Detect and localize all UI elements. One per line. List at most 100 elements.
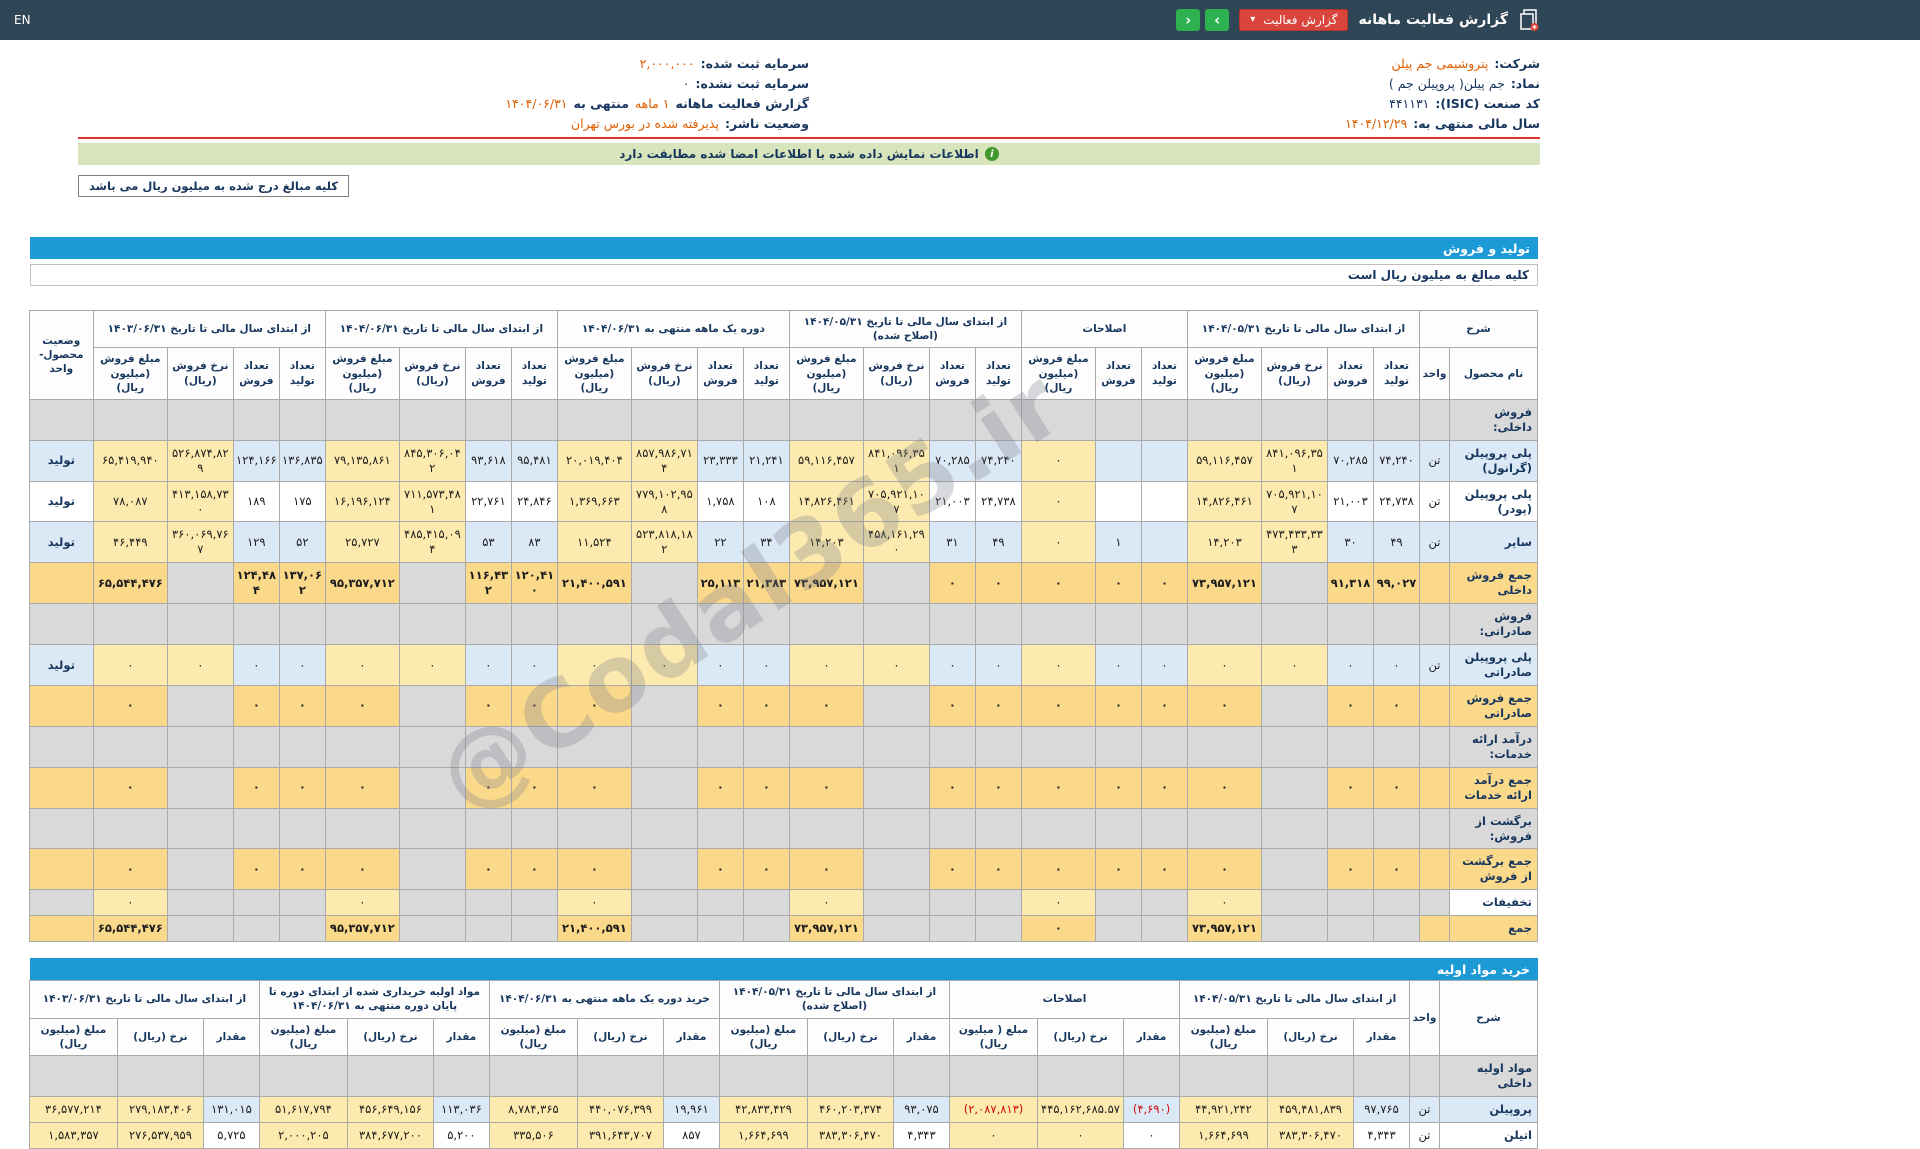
column-header: مقدار [202, 1017, 260, 1056]
value-cell: ۴۵۸,۱۶۱,۲۹۰ [862, 521, 930, 564]
column-header: نرخ فروش (ریال) [398, 347, 466, 400]
unit-cell: تن [1419, 521, 1450, 564]
value-cell: ۱۲۴,۱۶۶ [232, 439, 280, 482]
info-value: ۱ ماهه [634, 96, 670, 111]
empty-cell [928, 725, 976, 768]
info-label: کد صنعت (ISIC): [1435, 96, 1540, 111]
empty-cell [862, 725, 930, 768]
value-cell: ۰ [974, 766, 1022, 809]
value-cell: ۴۴,۹۲۱,۲۴۲ [1179, 1095, 1268, 1123]
desc-header: شرح [1439, 980, 1538, 1056]
value-cell: ۵۹,۱۱۶,۴۵۷ [788, 439, 864, 482]
value-cell: ۲۱,۰۰۳ [928, 480, 976, 523]
value-cell: ۲۱,۰۰۳ [1327, 480, 1374, 523]
empty-cell [630, 807, 698, 850]
value-cell [630, 684, 698, 727]
column-header: تعداد تولید [1373, 347, 1420, 400]
column-header: تعداد فروش [1327, 347, 1374, 400]
empty-cell [166, 603, 234, 646]
empty-cell [974, 603, 1022, 646]
empty-cell [556, 807, 632, 850]
value-cell: ۰ [324, 848, 400, 891]
value-cell [862, 915, 930, 943]
value-cell [630, 848, 698, 891]
previous-report-button[interactable]: ‹ [1176, 9, 1201, 31]
column-header: مبلغ (میلیون ریال) [488, 1017, 578, 1056]
value-cell: ۰ [1140, 684, 1188, 727]
value-cell: ۰ [1094, 848, 1142, 891]
empty-cell [166, 725, 234, 768]
empty-cell [464, 398, 512, 441]
value-cell [232, 915, 280, 943]
value-cell [974, 915, 1022, 943]
value-cell: ۰ [278, 684, 326, 727]
value-cell [928, 915, 976, 943]
value-cell: ۹۵,۴۸۱ [510, 439, 558, 482]
value-cell: ۴۵۹,۴۸۱,۸۳۹ [1267, 1095, 1354, 1123]
value-cell: ۲۲,۷۶۱ [464, 480, 512, 523]
info-column-right: شرکت: پتروشیمی جم پیلن نماد: جم پیلن( پروپی… [809, 54, 1540, 134]
empty-cell [1373, 725, 1420, 768]
unit-cell [1419, 915, 1450, 943]
row-label: جمع برگشت از فروش [1449, 848, 1538, 891]
row-group: درآمد ارائه خدمات: [28, 725, 1538, 768]
value-cell: ۰ [788, 889, 864, 917]
value-cell: ۰ [92, 848, 168, 891]
value-cell [166, 562, 234, 605]
value-cell: ۶۵,۴۱۹,۹۴۰ [92, 439, 168, 482]
info-value: ۰ [682, 76, 690, 91]
report-type-button[interactable]: گزارش فعالیت ▾ [1239, 9, 1349, 31]
value-cell [1094, 480, 1142, 523]
value-cell: ۰ [556, 848, 632, 891]
value-cell: ۳۸۳,۳۰۶,۴۷۰ [806, 1121, 894, 1149]
value-cell: ۰ [788, 644, 864, 686]
value-cell: ۷۳,۹۵۷,۱۲۱ [788, 915, 864, 943]
value-cell [1094, 889, 1142, 917]
value-cell: ۰ [278, 766, 326, 809]
column-header: تعداد فروش [928, 347, 976, 400]
empty-cell [630, 398, 698, 441]
value-cell [1140, 521, 1188, 564]
empty-cell [1186, 603, 1263, 646]
language-switch[interactable]: EN [14, 13, 31, 27]
empty-cell [948, 1054, 1039, 1097]
value-cell: ۰ [1186, 684, 1263, 727]
value-cell: ۰ [742, 848, 790, 891]
production-sales-table: شرح از ابتدای سال مالی تا تاریخ ۱۴۰۴/۰۵/۳… [28, 309, 1538, 943]
value-cell: ۰ [1037, 1121, 1124, 1149]
value-cell [630, 766, 698, 809]
empty-cell [432, 1054, 490, 1097]
next-report-button[interactable]: › [1205, 9, 1230, 31]
value-cell [166, 766, 234, 809]
empty-cell [232, 603, 280, 646]
unit-cell [1419, 684, 1450, 727]
info-value: پذیرفته شده در بورس تهران [570, 116, 719, 131]
value-cell [1327, 889, 1374, 917]
value-cell: ۰ [232, 848, 280, 891]
info-label: وضعیت ناشر: [724, 116, 809, 131]
value-cell: ۰ [398, 644, 466, 686]
row-group-label: درآمد ارائه خدمات: [1449, 725, 1538, 768]
value-cell [464, 889, 512, 917]
value-cell: ۰ [1094, 562, 1142, 605]
column-header: مقدار [432, 1017, 490, 1056]
info-column-left: سرمایه ثبت شده: ۲,۰۰۰,۰۰۰ سرمایه ثبت نشده:… [78, 54, 809, 134]
empty-cell [556, 398, 632, 441]
value-cell: ۰ [278, 644, 326, 686]
value-cell: ۰ [1140, 644, 1188, 686]
empty-cell [258, 1054, 348, 1097]
empty-cell [398, 807, 466, 850]
value-cell: ۷۱۱,۵۷۳,۴۸۱ [398, 480, 466, 523]
empty-cell [788, 398, 864, 441]
table-row: پروپیلن تن ۹۷,۷۶۵ ۴۵۹,۴۸۱,۸۳۹ ۴۴,۹۲۱,۲۴۲ (۴,۶… [28, 1095, 1538, 1123]
value-cell: ۳۰ [1327, 521, 1374, 564]
empty-cell [28, 398, 94, 441]
empty-cell [116, 1054, 204, 1097]
empty-cell [510, 725, 558, 768]
column-header: نرخ فروش (ریال) [166, 347, 234, 400]
empty-cell [742, 807, 790, 850]
row-group-label: برگشت از فروش: [1449, 807, 1538, 850]
status-cell: تولید [28, 521, 94, 564]
empty-cell [510, 603, 558, 646]
column-header: مبلغ (میلیون ریال) [28, 1017, 118, 1056]
